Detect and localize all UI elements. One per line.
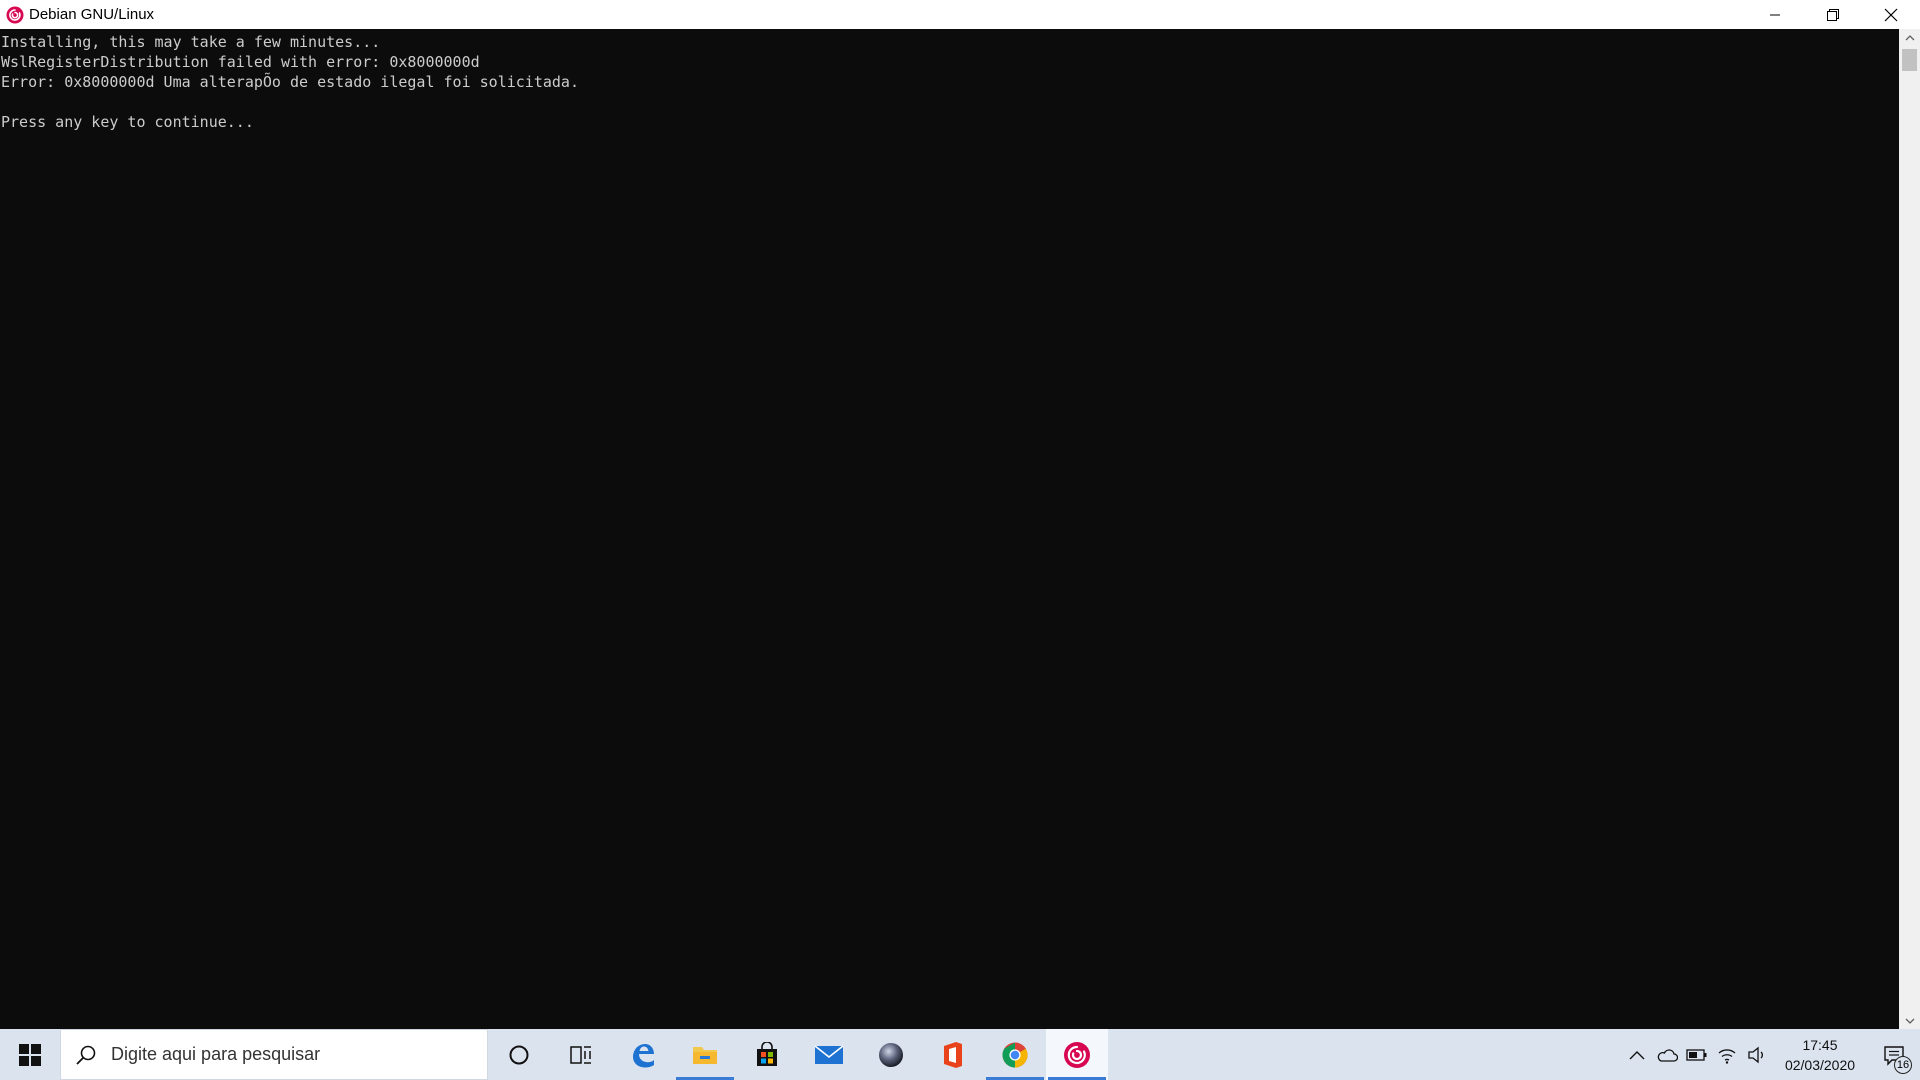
store-icon[interactable] (736, 1029, 798, 1080)
notification-count-badge: 16 (1894, 1056, 1912, 1074)
search-input[interactable]: Digite aqui para pesquisar (60, 1029, 488, 1080)
mail-icon[interactable] (798, 1029, 860, 1080)
app-sphere-icon[interactable] (860, 1029, 922, 1080)
action-center-button[interactable]: 16 (1868, 1029, 1920, 1080)
start-button[interactable] (0, 1029, 60, 1080)
edge-icon[interactable] (612, 1029, 674, 1080)
window-title: Debian GNU/Linux (29, 6, 155, 23)
wifi-icon[interactable] (1712, 1029, 1742, 1080)
clock-date: 02/03/2020 (1784, 1056, 1856, 1073)
task-view-icon[interactable] (550, 1029, 612, 1080)
close-button[interactable] (1862, 0, 1920, 29)
search-icon (76, 1045, 96, 1065)
debian-icon[interactable] (1046, 1029, 1108, 1080)
file-explorer-icon[interactable] (674, 1029, 736, 1080)
debian-swirl-icon[interactable] (0, 0, 29, 29)
console-line: WslRegisterDistribution failed with erro… (1, 53, 480, 71)
system-tray: 17:45 02/03/2020 16 (1622, 1029, 1920, 1080)
console-line: Press any key to continue... (1, 113, 254, 131)
vertical-scrollbar[interactable] (1899, 29, 1920, 1029)
chevron-up-icon[interactable] (1622, 1029, 1652, 1080)
scroll-thumb[interactable] (1902, 49, 1917, 71)
title-bar: Debian GNU/Linux (0, 0, 1920, 29)
scroll-up-icon[interactable] (1899, 29, 1920, 46)
clock-time: 17:45 (1802, 1036, 1838, 1053)
scroll-down-icon[interactable] (1899, 1012, 1920, 1029)
taskbar: Digite aqui para pesquisar 17:45 02/03/2… (0, 1029, 1920, 1080)
battery-icon[interactable] (1682, 1029, 1712, 1080)
console-line: Installing, this may take a few minutes.… (1, 33, 381, 51)
window-controls (1746, 0, 1920, 29)
cortana-icon[interactable] (488, 1029, 550, 1080)
search-placeholder: Digite aqui para pesquisar (111, 1044, 321, 1064)
clock[interactable]: 17:45 02/03/2020 (1772, 1035, 1868, 1075)
onedrive-cloud-icon[interactable] (1652, 1029, 1682, 1080)
windows-logo-icon (19, 1043, 41, 1066)
console-line: Error: 0x8000000d Uma alterapÕo de estad… (1, 73, 579, 91)
minimize-button[interactable] (1746, 0, 1804, 29)
console-output[interactable]: Installing, this may take a few minutes.… (0, 29, 1899, 1029)
chrome-icon[interactable] (984, 1029, 1046, 1080)
office-icon[interactable] (922, 1029, 984, 1080)
restore-button[interactable] (1804, 0, 1862, 29)
volume-icon[interactable] (1742, 1029, 1772, 1080)
